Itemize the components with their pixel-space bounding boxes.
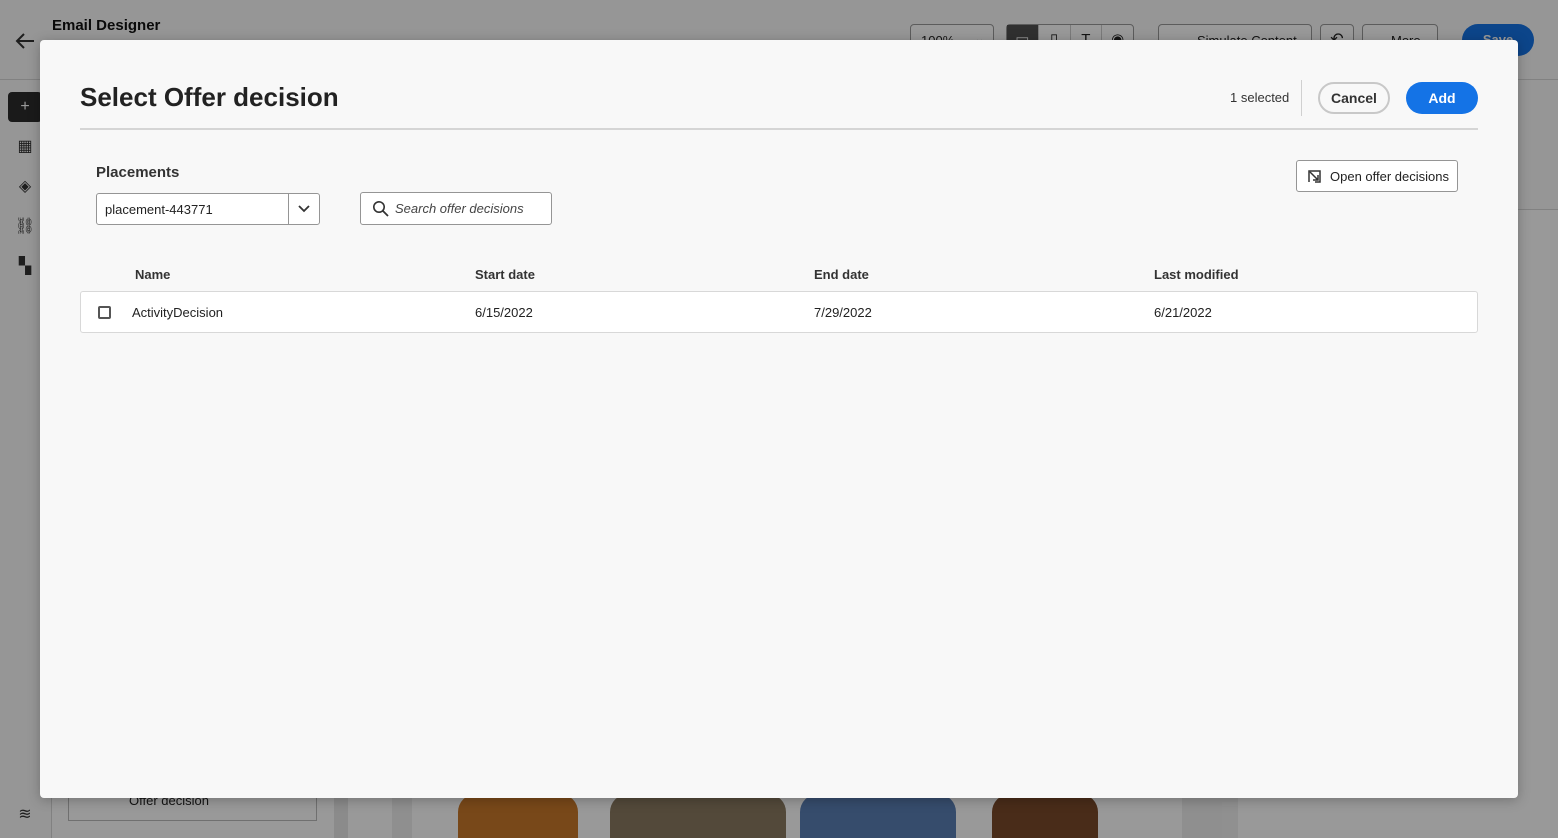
placement-dropdown-button[interactable] [288, 194, 319, 224]
search-icon [373, 201, 389, 217]
select-offer-decision-dialog: Select Offer decision 1 selected Cancel … [40, 40, 1518, 798]
open-external-icon [1308, 170, 1321, 183]
column-header-last-modified[interactable]: Last modified [1154, 267, 1239, 282]
checkbox-icon[interactable] [98, 306, 111, 319]
column-header-end-date[interactable]: End date [814, 267, 869, 282]
open-offer-decisions-button[interactable]: Open offer decisions [1296, 160, 1458, 192]
selected-count: 1 selected [1230, 90, 1290, 105]
search-box[interactable] [360, 192, 552, 225]
placement-value: placement-443771 [105, 202, 213, 217]
cancel-button[interactable]: Cancel [1318, 82, 1390, 114]
row-last-modified: 6/21/2022 [1154, 305, 1212, 320]
add-button[interactable]: Add [1406, 82, 1478, 114]
placements-label: Placements [96, 164, 180, 181]
open-offer-decisions-label: Open offer decisions [1330, 169, 1449, 184]
row-end-date: 7/29/2022 [814, 305, 872, 320]
placement-picker[interactable]: placement-443771 [96, 193, 320, 225]
title-divider [80, 128, 1478, 130]
row-name: ActivityDecision [132, 305, 224, 320]
header-divider [1301, 80, 1302, 116]
column-header-start-date[interactable]: Start date [475, 267, 535, 282]
dialog-title: Select Offer decision [80, 82, 339, 112]
table-header: Name Start date End date Last modified [80, 260, 1478, 292]
column-header-name[interactable]: Name [135, 267, 170, 282]
table-row[interactable]: ActivityDecision 6/15/2022 7/29/2022 6/2… [80, 291, 1478, 333]
search-input[interactable] [395, 193, 547, 224]
row-start-date: 6/15/2022 [475, 305, 533, 320]
chevron-down-icon [298, 205, 310, 213]
